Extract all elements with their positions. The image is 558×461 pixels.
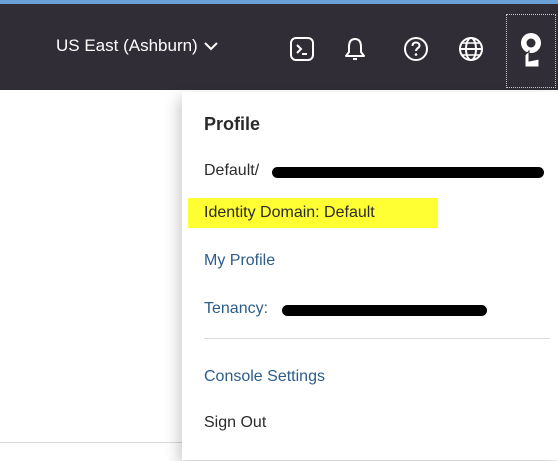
globe-icon[interactable]: [456, 34, 486, 64]
topbar-accent-strip: [0, 0, 558, 4]
identity-domain-text: Identity Domain: Default: [204, 204, 375, 221]
menu-divider: [204, 338, 550, 339]
default-domain-text: Default/: [204, 162, 260, 179]
my-profile-link[interactable]: My Profile: [204, 252, 275, 270]
sign-out-link[interactable]: Sign Out: [204, 414, 266, 432]
tenancy-link[interactable]: Tenancy:: [204, 300, 268, 318]
top-navigation-bar: US East (Ashburn): [0, 0, 558, 90]
console-settings-link[interactable]: Console Settings: [204, 368, 325, 386]
region-label: US East (Ashburn): [56, 36, 198, 55]
help-icon[interactable]: [401, 34, 431, 64]
terminal-icon[interactable]: [287, 34, 317, 64]
profile-menu: Profile Default/ Identity Domain: Defaul…: [182, 92, 558, 460]
region-selector[interactable]: US East (Ashburn): [56, 34, 218, 58]
bell-icon[interactable]: [340, 34, 370, 64]
user-icon: [515, 29, 547, 74]
profile-menu-heading: Profile: [204, 114, 261, 134]
profile-button[interactable]: [506, 14, 556, 88]
redaction-mark: [272, 167, 544, 178]
redaction-mark: [282, 305, 487, 316]
chevron-down-icon: [204, 36, 218, 56]
